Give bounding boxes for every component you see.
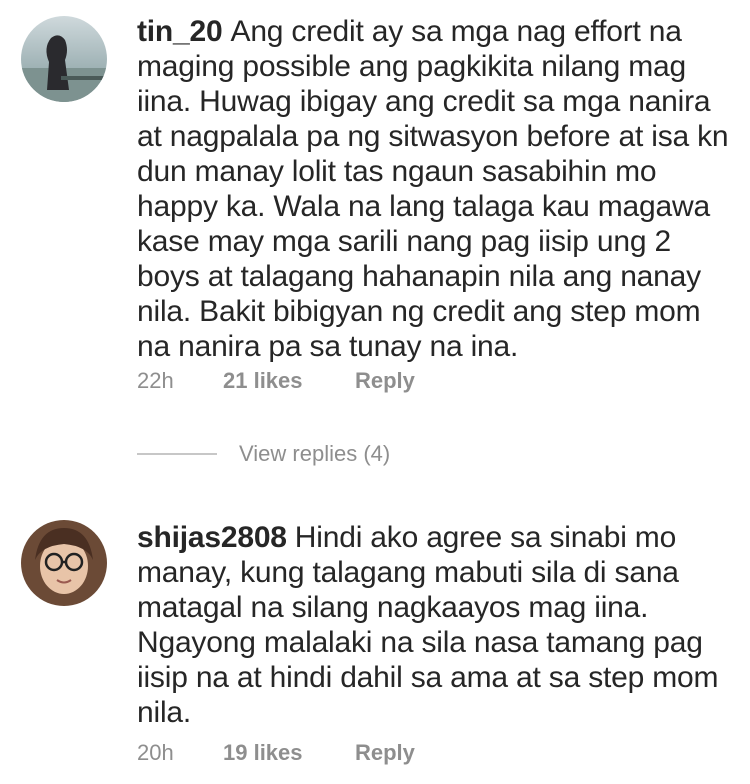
comment-username[interactable]: tin_20 — [137, 15, 223, 48]
avatar[interactable] — [21, 520, 107, 606]
comment-likes[interactable]: 19 likes — [223, 740, 355, 766]
comment-meta: 20h 19 likes Reply — [137, 740, 415, 766]
view-replies-label: View replies (4) — [239, 441, 391, 466]
comment-text: Ang credit ay sa mga nag effort na magin… — [137, 15, 729, 363]
comment-body: tin_20 Ang credit ay sa mga nag effort na… — [137, 14, 737, 364]
view-replies-button[interactable]: View replies (4) — [137, 441, 390, 467]
comment-username[interactable]: shijas2808 — [137, 521, 287, 554]
comment-timestamp: 22h — [137, 368, 174, 393]
comment-body: shijas2808 Hindi ako agree sa sinabi mo m… — [137, 520, 737, 730]
replies-divider-line — [137, 453, 217, 455]
comment-timestamp: 20h — [137, 740, 174, 765]
avatar[interactable] — [21, 16, 107, 102]
comment-meta: 22h 21 likes Reply — [137, 368, 415, 394]
reply-button[interactable]: Reply — [355, 368, 415, 394]
comment-likes[interactable]: 21 likes — [223, 368, 355, 394]
reply-button[interactable]: Reply — [355, 740, 415, 766]
